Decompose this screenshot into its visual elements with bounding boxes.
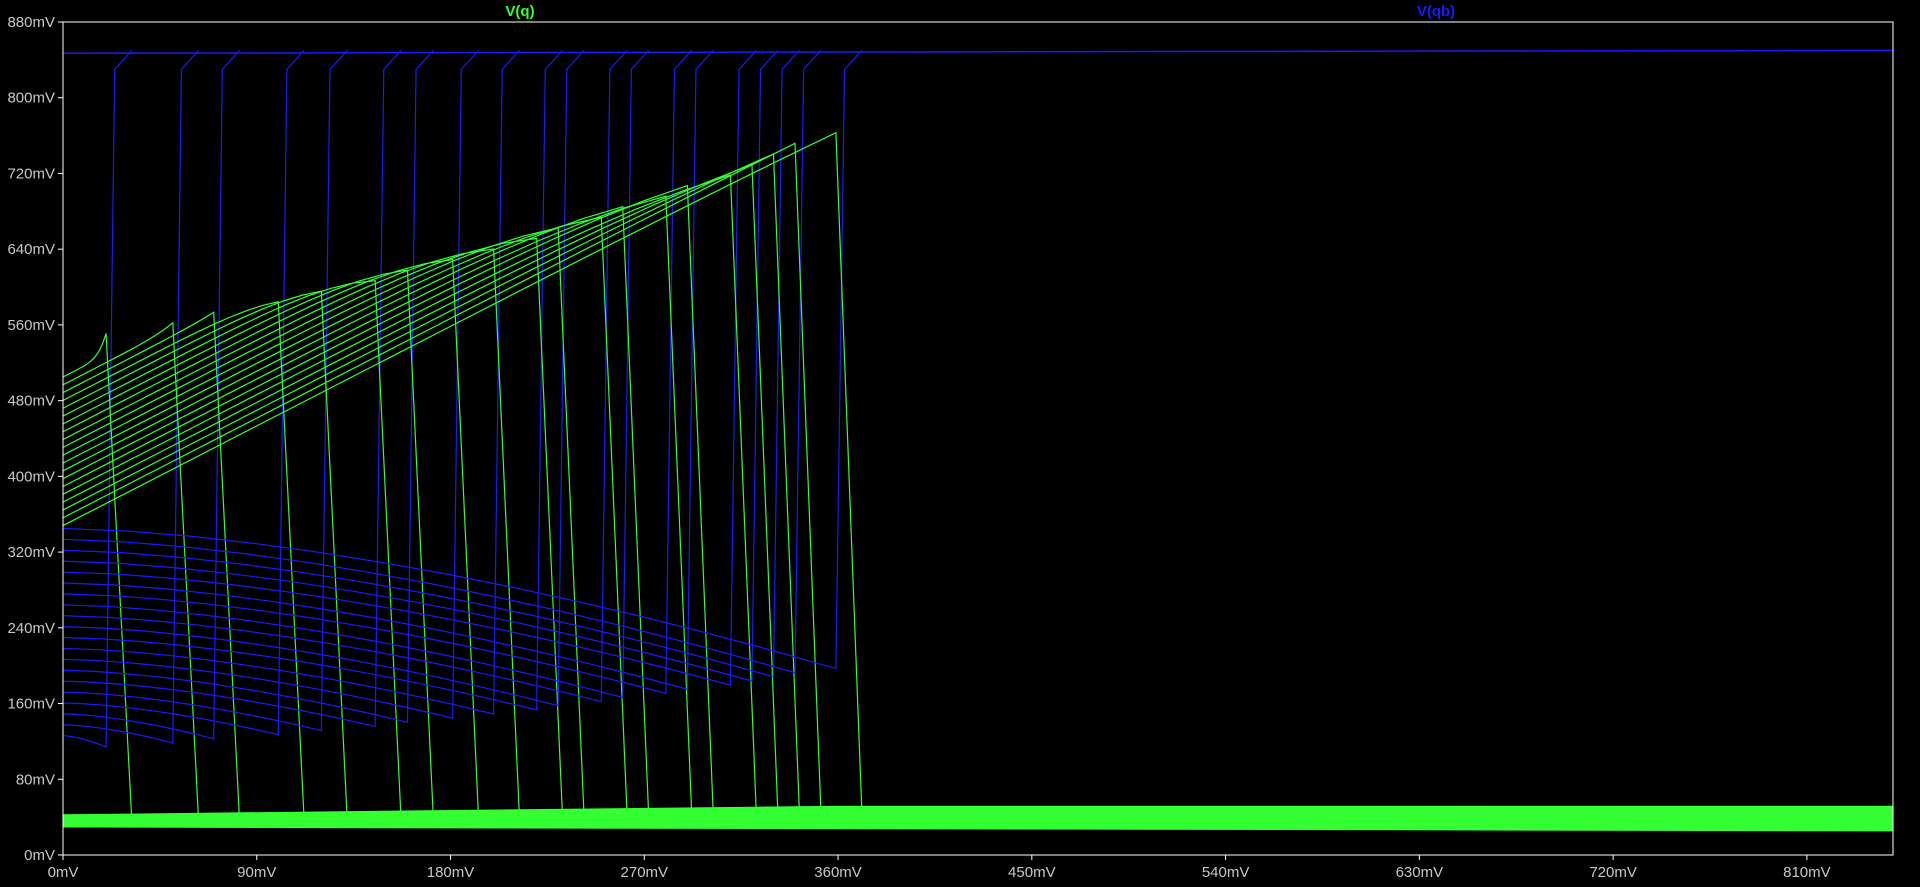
y-tick-label: 160mV (7, 696, 55, 713)
y-tick-label: 640mV (7, 241, 55, 258)
x-tick-label: 90mV (237, 864, 276, 881)
x-tick-label: 630mV (1396, 864, 1444, 881)
x-tick-label: 0mV (48, 864, 79, 881)
y-tick-label: 80mV (16, 771, 55, 788)
x-tick-label: 270mV (621, 864, 669, 881)
y-tick-label: 480mV (7, 393, 55, 410)
y-tick-label: 0mV (24, 847, 55, 864)
y-tick-label: 240mV (7, 620, 55, 637)
x-tick-label: 450mV (1008, 864, 1056, 881)
x-tick-label: 360mV (814, 864, 862, 881)
waveform-plot: 0mV 80mV 160mV 240mV 320mV 400mV 480mV 560mV 640… (0, 0, 1920, 887)
y-tick-label: 880mV (7, 14, 55, 31)
y-tick-label: 720mV (7, 165, 55, 182)
x-tick-label: 180mV (427, 864, 475, 881)
y-tick-label: 320mV (7, 544, 55, 561)
x-tick-label: 720mV (1589, 864, 1637, 881)
x-tick-label: 810mV (1783, 864, 1831, 881)
legend-series-vqb: V(qb) (1417, 3, 1455, 20)
legend-series-vq: V(q) (505, 3, 534, 20)
x-tick-label: 540mV (1202, 864, 1250, 881)
y-tick-label: 400mV (7, 468, 55, 485)
y-tick-label: 800mV (7, 90, 55, 107)
plot-background (0, 0, 1920, 887)
y-tick-label: 560mV (7, 317, 55, 334)
